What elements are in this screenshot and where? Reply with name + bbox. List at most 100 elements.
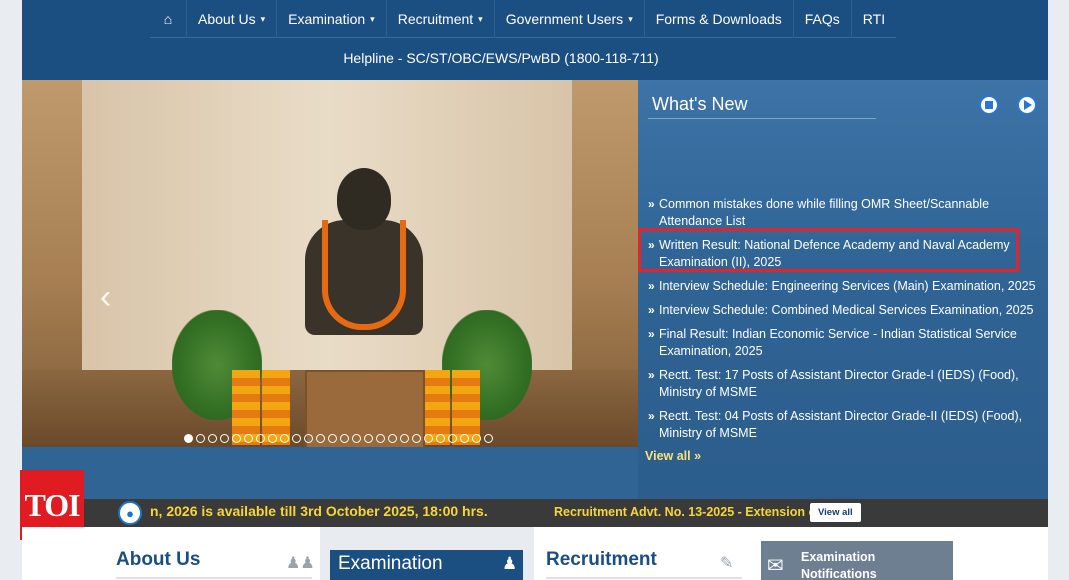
whats-new-item[interactable]: » Rectt. Test: 17 Posts of Assistant Dire… bbox=[648, 367, 1040, 401]
bullet-icon: » bbox=[648, 279, 655, 293]
main-nav: ⌂ About Us ▾ Examination ▾ Recruitment ▾ Gover… bbox=[150, 0, 897, 38]
nav-item-label: Government Users bbox=[505, 11, 624, 27]
whats-new-item[interactable]: » Interview Schedule: Combined Medical Se… bbox=[648, 302, 1040, 319]
whats-new-view-all-link[interactable]: View all » bbox=[645, 449, 701, 463]
news-ticker: ● n, 2026 is available till 3rd October … bbox=[22, 499, 1048, 527]
section-about-us-label: About Us bbox=[116, 549, 201, 570]
slider-dot[interactable] bbox=[436, 434, 445, 443]
nav-item-rti[interactable]: RTI bbox=[852, 0, 896, 38]
page-gutter-left bbox=[0, 0, 22, 580]
slider-dot[interactable] bbox=[304, 434, 313, 443]
person-icon: ♟ bbox=[502, 554, 518, 573]
nav-item-forms-downloads[interactable]: Forms & Downloads bbox=[645, 0, 794, 38]
stop-icon[interactable] bbox=[979, 95, 999, 115]
slider-footer-strip bbox=[22, 447, 638, 499]
hero-slider[interactable]: ‹ bbox=[22, 80, 638, 447]
slider-dot[interactable] bbox=[220, 434, 229, 443]
bullet-icon: » bbox=[648, 409, 655, 423]
section-recruitment[interactable]: Recruitment ✎ bbox=[546, 527, 742, 580]
slider-dot[interactable] bbox=[196, 434, 205, 443]
whats-new-item-text: Common mistakes done while filling OMR S… bbox=[659, 197, 990, 228]
whats-new-list: » Common mistakes done while filling OMR … bbox=[638, 196, 1040, 449]
nav-item-label: FAQs bbox=[804, 11, 840, 27]
nav-item-label: Recruitment bbox=[397, 11, 474, 27]
whats-new-item-text: Interview Schedule: Engineering Services… bbox=[659, 279, 1036, 293]
ticker-view-all-button[interactable]: View all bbox=[810, 503, 861, 522]
whats-new-item[interactable]: » Common mistakes done while filling OMR … bbox=[648, 196, 1040, 230]
home-icon[interactable]: ⌂ bbox=[150, 0, 187, 38]
nav-item-faqs[interactable]: FAQs bbox=[794, 0, 852, 38]
whats-new-item-text: Interview Schedule: Combined Medical Ser… bbox=[659, 303, 1034, 317]
whats-new-item[interactable]: » Interview Schedule: Engineering Service… bbox=[648, 278, 1040, 295]
slider-dot[interactable] bbox=[364, 434, 373, 443]
nav-item-label: Examination bbox=[288, 11, 366, 27]
slider-dot[interactable] bbox=[472, 434, 481, 443]
whats-new-title-underline bbox=[648, 118, 876, 119]
slider-dots bbox=[184, 434, 493, 443]
slider-dot[interactable] bbox=[460, 434, 469, 443]
bullet-icon: » bbox=[648, 197, 655, 211]
slider-dot[interactable] bbox=[388, 434, 397, 443]
slider-dot[interactable] bbox=[352, 434, 361, 443]
section-about-us[interactable]: About Us ♟♟ bbox=[116, 527, 315, 580]
header-bar: ⌂ About Us ▾ Examination ▾ Recruitment ▾ Gover… bbox=[22, 0, 1048, 80]
nav-item-about-us[interactable]: About Us ▾ bbox=[187, 0, 278, 38]
slider-dot[interactable] bbox=[280, 434, 289, 443]
people-icon: ♟♟ bbox=[286, 555, 315, 572]
nav-item-label: Forms & Downloads bbox=[655, 11, 782, 27]
slider-dot[interactable] bbox=[328, 434, 337, 443]
section-recruitment-label: Recruitment bbox=[546, 549, 657, 570]
chat-icon: ✉ bbox=[767, 555, 784, 577]
ticker-text[interactable]: Recruitment Advt. No. 13-2025 - Extensio… bbox=[554, 505, 816, 519]
slider-dot[interactable] bbox=[412, 434, 421, 443]
slider-dot[interactable] bbox=[448, 434, 457, 443]
section-examination-notifications[interactable]: ✉ Examination Notifications bbox=[761, 541, 953, 580]
bullet-icon: » bbox=[648, 327, 655, 341]
whats-new-item-text: Written Result: National Defence Academy… bbox=[659, 238, 1010, 269]
whats-new-title: What's New bbox=[652, 94, 748, 114]
slider-dot[interactable] bbox=[484, 434, 493, 443]
whats-new-panel: What's New » Common mistakes done while f… bbox=[638, 80, 1048, 499]
slide-image-garland bbox=[322, 220, 406, 330]
play-icon[interactable] bbox=[1017, 95, 1037, 115]
whats-new-item-text: Rectt. Test: 17 Posts of Assistant Direc… bbox=[659, 368, 1019, 399]
slider-dot[interactable] bbox=[340, 434, 349, 443]
slider-dot[interactable] bbox=[268, 434, 277, 443]
whats-new-item[interactable]: » Rectt. Test: 04 Posts of Assistant Dire… bbox=[648, 408, 1040, 442]
nav-item-recruitment[interactable]: Recruitment ▾ bbox=[387, 0, 495, 38]
slider-dot[interactable] bbox=[184, 434, 193, 443]
nav-item-government-users[interactable]: Government Users ▾ bbox=[495, 0, 645, 38]
slider-dot[interactable] bbox=[292, 434, 301, 443]
caret-down-icon: ▾ bbox=[478, 13, 483, 24]
helpline-text: Helpline - SC/ST/OBC/EWS/PwBD (1800-118-… bbox=[343, 50, 659, 66]
caret-down-icon: ▾ bbox=[260, 13, 266, 24]
section-notifications-label: Examination Notifications bbox=[801, 549, 891, 580]
section-examination-label: Examination bbox=[338, 553, 443, 574]
slider-dot[interactable] bbox=[424, 434, 433, 443]
slider-dot[interactable] bbox=[244, 434, 253, 443]
bullet-icon: » bbox=[648, 368, 655, 382]
nav-item-examination[interactable]: Examination ▾ bbox=[277, 0, 387, 38]
section-examination[interactable]: Examination ♟ bbox=[320, 527, 534, 580]
bullet-icon: » bbox=[648, 238, 655, 252]
whats-new-item[interactable]: » Written Result: National Defence Academ… bbox=[638, 228, 1040, 272]
nav-items: About Us ▾ Examination ▾ Recruitment ▾ Governm… bbox=[187, 0, 896, 38]
slider-dot[interactable] bbox=[256, 434, 265, 443]
clipboard-icon: ✎ bbox=[720, 555, 734, 572]
slider-dot[interactable] bbox=[232, 434, 241, 443]
slider-dot[interactable] bbox=[400, 434, 409, 443]
caret-down-icon: ▾ bbox=[628, 13, 633, 24]
whats-new-item[interactable]: » Final Result: Indian Economic Service -… bbox=[648, 326, 1040, 360]
nav-item-label: About Us bbox=[198, 11, 256, 27]
slider-dot[interactable] bbox=[316, 434, 325, 443]
page-gutter-right bbox=[1048, 0, 1069, 580]
slider-dot[interactable] bbox=[376, 434, 385, 443]
slider-dot[interactable] bbox=[208, 434, 217, 443]
nav-item-label: RTI bbox=[862, 11, 886, 27]
bullet-icon: » bbox=[648, 303, 655, 317]
section-notifications-label-text: Examination Notifications bbox=[801, 550, 877, 580]
ticker-text[interactable]: n, 2026 is available till 3rd October 20… bbox=[150, 503, 488, 519]
section-underline bbox=[546, 577, 742, 579]
section-underline bbox=[116, 577, 312, 579]
slider-prev-icon[interactable]: ‹ bbox=[100, 280, 111, 314]
